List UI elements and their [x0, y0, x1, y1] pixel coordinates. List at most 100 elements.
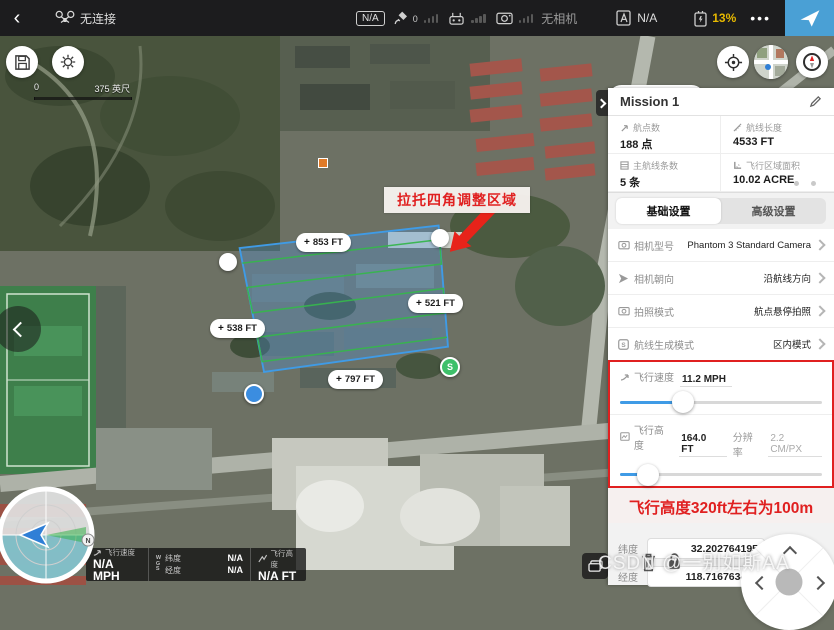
airplane-icon — [798, 6, 822, 30]
nudge-right-button[interactable] — [811, 576, 825, 590]
connection-label: 无连接 — [80, 10, 116, 27]
chevron-right-icon — [814, 305, 825, 316]
setting-route-mode[interactable]: S 航线生成模式 区内模式 — [608, 328, 834, 360]
flight-altitude-slider[interactable] — [620, 473, 822, 476]
map-type-button[interactable] — [754, 45, 788, 79]
connection-status: 无连接 — [54, 10, 116, 27]
compass-icon — [802, 52, 822, 72]
attitude-compass: N — [0, 483, 98, 585]
direction-icon — [618, 273, 629, 284]
camera-icon — [496, 11, 513, 25]
rc-status — [448, 11, 486, 26]
panel-collapse-tab[interactable] — [596, 90, 608, 116]
map-thumbnail — [754, 45, 788, 79]
edge-length-left[interactable]: +538 FT — [210, 319, 265, 338]
mission-panel: Mission 1 航点数 188 点 航线长度 4533 FT 主航线条数 5… — [608, 88, 834, 585]
gear-icon — [59, 53, 77, 71]
back-button[interactable]: ‹ — [0, 7, 34, 30]
mode-badge: N/A — [356, 11, 385, 26]
s-mode-icon: S — [618, 339, 629, 350]
battery-icon — [693, 10, 708, 27]
slider-thumb[interactable] — [672, 391, 694, 413]
altitude-note: 飞行高度320ft左右为100m — [608, 490, 834, 523]
setting-camera-heading[interactable]: 相机朝向 沿航线方向 — [608, 262, 834, 295]
stat-main-lines: 主航线条数 5 条 — [608, 154, 721, 192]
setting-photo-mode[interactable]: 拍照模式 航点悬停拍照 — [608, 295, 834, 328]
telemetry-bar: 飞行速度 N/A MPH WGS 纬度N/A 经度N/A 飞行高度 N/A FT — [86, 548, 306, 581]
tab-advanced-settings[interactable]: 高级设置 — [721, 198, 826, 224]
save-mission-button[interactable] — [6, 46, 38, 78]
flight-mode-status: N/A — [615, 10, 657, 26]
settings-tabs: 基础设置 高级设置 — [616, 198, 826, 224]
move-icon: + — [218, 323, 224, 334]
watermark: CSDN @一别如斯AA — [598, 548, 790, 575]
chevron-right-icon — [814, 272, 825, 283]
flight-speed-value[interactable]: 11.2 MPH — [680, 374, 732, 387]
resolution-value: 2.2 CM/PX — [768, 433, 822, 457]
camera-signal-bars — [519, 13, 534, 23]
highlighted-sliders-box: 飞行速度 11.2 MPH 飞行高度 164.0 FT 分辨率 2.2 CM/P… — [608, 360, 834, 488]
map-scale-bar: 0 375 英尺 — [34, 82, 132, 100]
chevron-right-icon — [814, 239, 825, 250]
gps-signal-bars — [424, 13, 439, 23]
gps-count: 0 — [413, 14, 418, 24]
camera-small-icon — [618, 306, 630, 316]
rc-signal-bars — [471, 13, 486, 23]
battery-status: 13% — [693, 10, 736, 27]
altitude-icon — [258, 554, 267, 563]
scale-end: 375 英尺 — [94, 82, 130, 95]
stat-waypoints: 航点数 188 点 — [608, 116, 721, 154]
flight-altitude-row: 飞行高度 164.0 FT 分辨率 2.2 CM/PX — [610, 415, 832, 487]
drone-icon — [54, 10, 76, 26]
locate-button[interactable] — [717, 46, 749, 78]
stat-area: 飞行区域面积 10.02 ACRE — [721, 154, 834, 192]
move-icon: + — [416, 298, 422, 309]
stats-pagination-dots[interactable] — [794, 181, 816, 186]
move-icon: + — [336, 374, 342, 385]
telemetry-coordinates: WGS 纬度N/A 经度N/A — [149, 548, 251, 581]
satellite-icon — [393, 10, 409, 26]
flight-altitude-value[interactable]: 164.0 FT — [679, 433, 726, 457]
chevron-right-icon — [596, 98, 606, 108]
flight-speed-row: 飞行速度 11.2 MPH — [610, 362, 832, 415]
flight-mode-icon — [615, 10, 633, 26]
route-start-marker[interactable]: S — [440, 357, 460, 377]
stat-route-length: 航线长度 4533 FT — [721, 116, 834, 154]
battery-percent: 13% — [712, 11, 736, 25]
save-icon — [14, 54, 31, 71]
more-menu-button[interactable]: ••• — [736, 10, 785, 26]
polygon-handle-top-left[interactable] — [219, 253, 237, 271]
camera-status-label: 无相机 — [541, 10, 577, 27]
chevron-left-icon — [12, 321, 28, 337]
edge-length-bottom[interactable]: +797 FT — [328, 370, 383, 389]
top-status-bar: ‹ 无连接 N/A 0 无相机 N/A 13% ••• — [0, 0, 834, 36]
compass-reset-button[interactable] — [796, 46, 828, 78]
edit-pencil-icon[interactable] — [809, 95, 822, 108]
area-icon — [733, 161, 742, 170]
locate-icon — [724, 53, 743, 72]
polygon-handle-top-right[interactable] — [431, 229, 449, 247]
mission-stats: 航点数 188 点 航线长度 4533 FT 主航线条数 5 条 飞行区域面积 … — [608, 116, 834, 193]
telemetry-altitude: 飞行高度 N/A FT — [251, 548, 306, 581]
speed-icon — [620, 372, 630, 382]
edge-length-top[interactable]: +853 FT — [296, 233, 351, 252]
slider-thumb[interactable] — [637, 464, 659, 486]
setting-camera-model[interactable]: 相机型号 Phantom 3 Standard Camera — [608, 229, 834, 262]
annotation-label: 拉托四角调整区域 — [384, 187, 530, 213]
waypoint-icon — [620, 123, 629, 132]
camera-small-icon — [618, 240, 630, 250]
scale-start: 0 — [34, 82, 39, 95]
flight-speed-slider[interactable] — [620, 401, 822, 404]
mission-settings-button[interactable] — [52, 46, 84, 78]
remote-controller-icon — [448, 11, 465, 26]
camera-status: 无相机 — [496, 10, 578, 27]
settings-list: 相机型号 Phantom 3 Standard Camera 相机朝向 沿航线方… — [608, 229, 834, 360]
polygon-handle-bottom-left[interactable] — [244, 384, 264, 404]
edge-length-right[interactable]: +521 FT — [408, 294, 463, 313]
flight-mode-badge-group: N/A — [356, 11, 385, 26]
takeoff-button[interactable] — [785, 0, 834, 36]
tab-basic-settings[interactable]: 基础设置 — [616, 198, 721, 224]
chevron-right-icon — [814, 338, 825, 349]
nudge-left-button[interactable] — [755, 576, 769, 590]
compass-north-label: N — [85, 538, 90, 545]
